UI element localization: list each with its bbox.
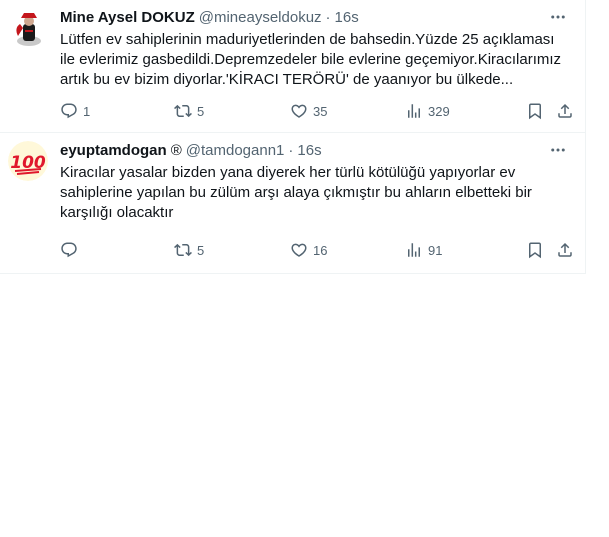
- view-count: 329: [428, 103, 450, 119]
- more-icon[interactable]: [547, 139, 569, 161]
- separator-dot: ·: [325, 8, 331, 26]
- share-button[interactable]: [556, 102, 574, 120]
- views-button[interactable]: 91: [405, 241, 442, 259]
- reply-button[interactable]: 1: [60, 102, 90, 120]
- like-icon: [291, 104, 307, 118]
- retweet-count: 5: [197, 242, 205, 258]
- tweet-text: Kiracılar yasalar bizden yana diyerek he…: [60, 163, 569, 223]
- bookmark-button[interactable]: [526, 241, 544, 259]
- reply-button[interactable]: [60, 241, 83, 259]
- tweet-text-line: Kiracılar yasalar bizden yana diyerek he…: [60, 164, 516, 181]
- like-button[interactable]: 35: [290, 102, 327, 120]
- share-button[interactable]: [556, 241, 574, 259]
- like-icon: [291, 243, 307, 257]
- bookmark-icon: [529, 103, 541, 120]
- like-count: 35: [313, 103, 328, 119]
- reply-count: 1: [83, 103, 91, 119]
- reply-icon: [61, 103, 77, 119]
- views-button[interactable]: 329: [405, 102, 450, 120]
- share-icon: [558, 103, 572, 118]
- bookmark-button[interactable]: [526, 102, 544, 120]
- view-count: 91: [428, 242, 443, 258]
- views-icon: [408, 243, 420, 257]
- tweet-text-line: sahiplerine yapılan bu zülüm arşı alaya …: [60, 184, 532, 201]
- tweet-actions: 5 16 91: [60, 239, 572, 261]
- more-icon[interactable]: [547, 6, 569, 28]
- tweet-header: Mine Aysel DOKUZ @mineayseldokuz · 16s: [60, 7, 569, 27]
- share-icon: [558, 242, 572, 257]
- tweet-header: eyuptamdogan ® @tamdogann1 · 16s: [60, 140, 569, 160]
- timestamp[interactable]: 16s: [297, 142, 321, 159]
- tweet-text: Lütfen ev sahiplerinin maduriyetlerinden…: [60, 30, 569, 90]
- registered-badge-icon: ®: [170, 141, 182, 159]
- author-name[interactable]: eyuptamdogan: [60, 142, 167, 159]
- like-count: 16: [313, 242, 328, 258]
- avatar[interactable]: 100: [8, 141, 48, 181]
- avatar[interactable]: [8, 8, 48, 48]
- separator-dot: ·: [288, 141, 294, 159]
- author-name[interactable]: Mine Aysel DOKUZ: [60, 9, 195, 26]
- timeline: Mine Aysel DOKUZ @mineayseldokuz · 16s L…: [0, 0, 586, 274]
- tweet[interactable]: Mine Aysel DOKUZ @mineayseldokuz · 16s L…: [0, 0, 585, 133]
- author-handle[interactable]: @tamdogann1: [186, 142, 285, 159]
- tweet-text-line: karşılığı olacaktır: [60, 204, 174, 221]
- retweet-icon: [174, 104, 192, 118]
- retweet-button[interactable]: 5: [174, 102, 204, 120]
- tweet-text-line: artık bu ev bizim diyorlar.'KİRACI TERÖR…: [60, 71, 514, 88]
- reply-icon: [61, 242, 77, 258]
- retweet-icon: [174, 243, 192, 257]
- timestamp[interactable]: 16s: [335, 9, 359, 26]
- tweet[interactable]: 100 eyuptamdogan ® @tamdogann1 · 16s Kir…: [0, 133, 585, 274]
- tweet-actions: 1 5 35 329: [60, 100, 572, 122]
- retweet-count: 5: [197, 103, 205, 119]
- tweet-text-line: ile evlerimiz gasbedildi.Depremzedeler b…: [60, 51, 562, 68]
- author-handle[interactable]: @mineayseldokuz: [199, 9, 322, 26]
- views-icon: [408, 104, 420, 118]
- tweet-text-line: Lütfen ev sahiplerinin maduriyetlerinden…: [60, 31, 555, 48]
- retweet-button[interactable]: 5: [174, 241, 204, 259]
- like-button[interactable]: 16: [290, 241, 327, 259]
- bookmark-icon: [529, 242, 541, 259]
